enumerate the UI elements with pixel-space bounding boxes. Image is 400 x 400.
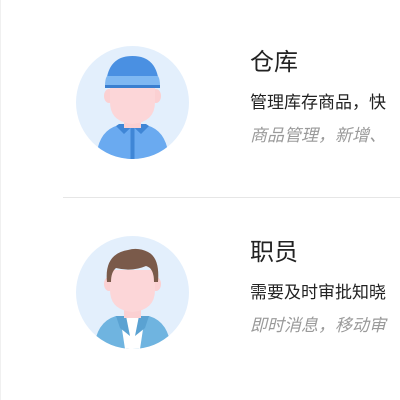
role-card-warehouse[interactable]: 仓库 管理库存商品，快 商品管理，新增、 — [0, 8, 400, 198]
warehouse-worker-icon — [76, 46, 189, 159]
role-card-staff[interactable]: 职员 需要及时审批知晓 即时消息，移动审 — [0, 198, 400, 388]
role-features: 即时消息，移动审 — [250, 316, 386, 336]
role-title: 仓库 — [250, 48, 298, 76]
role-features: 商品管理，新增、 — [250, 126, 386, 146]
role-description: 管理库存商品，快 — [250, 93, 386, 113]
role-title: 职员 — [250, 238, 298, 266]
staff-member-icon — [76, 236, 189, 349]
role-description: 需要及时审批知晓 — [250, 283, 386, 303]
role-selection-page: 仓库 管理库存商品，快 商品管理，新增、 职员 需要及时审批知晓 即时消息，移动… — [0, 0, 400, 400]
